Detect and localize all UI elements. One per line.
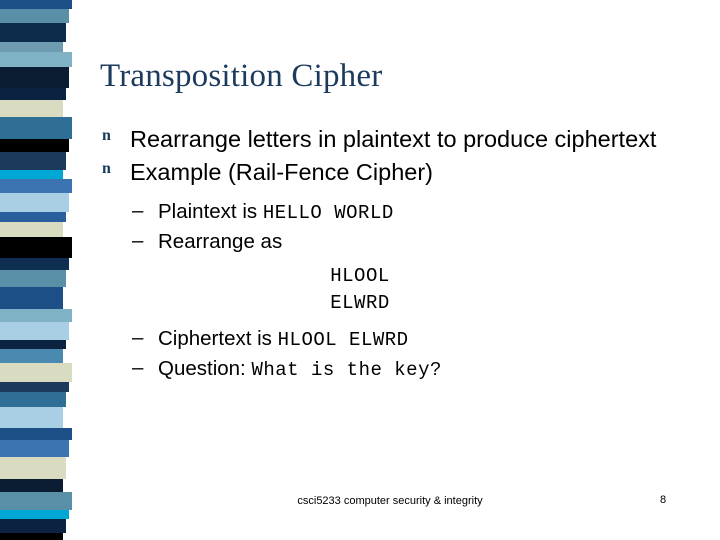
- sub-bullet-ciphertext-value: HLOOL ELWRD: [277, 328, 409, 351]
- stripe-band: [0, 492, 72, 510]
- stripe-band: [0, 457, 66, 479]
- decorative-stripe-column: [0, 0, 72, 540]
- stripe-band: [0, 170, 63, 179]
- stripe-band: [0, 222, 63, 237]
- sub-bullet-ciphertext-label: Ciphertext is: [158, 326, 278, 350]
- stripe-band: [0, 179, 72, 193]
- slide: Transposition Cipher n Rearrange letters…: [0, 0, 720, 540]
- stripe-band: [0, 363, 72, 382]
- stripe-band: [0, 193, 69, 212]
- stripe-band: [0, 309, 72, 322]
- stripe-band: [0, 212, 66, 222]
- sub-bullet-question: – Question: What is the key?: [100, 354, 708, 384]
- stripe-band: [0, 152, 66, 170]
- dash-marker-icon: –: [132, 228, 144, 252]
- stripe-band: [0, 510, 69, 519]
- stripe-band: [0, 100, 63, 117]
- page-title: Transposition Cipher: [100, 58, 383, 94]
- dash-marker-icon: –: [132, 325, 144, 349]
- stripe-band: [0, 23, 66, 42]
- stripe-band: [0, 287, 63, 309]
- stripe-band: [0, 67, 69, 88]
- stripe-band: [0, 42, 63, 52]
- bullet-item-1-text: Rearrange letters in plaintext to produc…: [130, 126, 657, 152]
- stripe-band: [0, 139, 69, 152]
- bullet-marker-icon: n: [102, 160, 111, 178]
- stripe-band: [0, 428, 72, 440]
- dash-marker-icon: –: [132, 198, 144, 222]
- bullet-item-2-text: Example (Rail-Fence Cipher): [130, 159, 433, 186]
- stripe-band: [0, 407, 63, 428]
- stripe-band: [0, 258, 69, 270]
- sub-bullet-plaintext: – Plaintext is HELLO WORLD: [100, 197, 708, 227]
- stripe-band: [0, 349, 63, 363]
- bullet-item-1: n Rearrange letters in plaintext to prod…: [100, 123, 708, 156]
- sub-bullet-ciphertext: – Ciphertext is HLOOL ELWRD: [100, 324, 708, 354]
- bullet-item-2: n Example (Rail-Fence Cipher): [100, 156, 708, 189]
- stripe-band: [0, 117, 72, 139]
- bullet-marker-icon: n: [102, 127, 111, 144]
- slide-footer: csci5233 computer security & integrity: [297, 495, 483, 507]
- stripe-band: [0, 479, 63, 492]
- sub-bullet-question-label: Question:: [158, 356, 252, 380]
- stripe-band: [0, 519, 66, 533]
- sub-bullet-plaintext-label: Plaintext is: [158, 199, 263, 223]
- stripe-band: [0, 88, 66, 100]
- rail-line-1: HLOOL: [330, 264, 390, 287]
- stripe-band: [0, 392, 66, 407]
- stripe-band: [0, 322, 69, 340]
- stripe-band: [0, 382, 69, 392]
- sub-bullet-rearrange: – Rearrange as: [100, 227, 708, 256]
- sub-bullet-question-value: What is the key?: [251, 358, 442, 381]
- stripe-band: [0, 440, 69, 457]
- stripe-band: [0, 52, 72, 67]
- dash-marker-icon: –: [132, 355, 144, 379]
- page-number: 8: [660, 494, 667, 506]
- sub-bullet-rearrange-label: Rearrange as: [158, 229, 283, 253]
- slide-body: n Rearrange letters in plaintext to prod…: [100, 123, 708, 384]
- sub-bullet-plaintext-value: HELLO WORLD: [262, 201, 394, 224]
- stripe-band: [0, 533, 63, 540]
- stripe-band: [0, 9, 69, 23]
- stripe-band: [0, 340, 66, 349]
- stripe-band: [0, 270, 66, 287]
- rail-line-2: ELWRD: [330, 291, 390, 314]
- stripe-band: [0, 0, 72, 9]
- stripe-band: [0, 237, 72, 258]
